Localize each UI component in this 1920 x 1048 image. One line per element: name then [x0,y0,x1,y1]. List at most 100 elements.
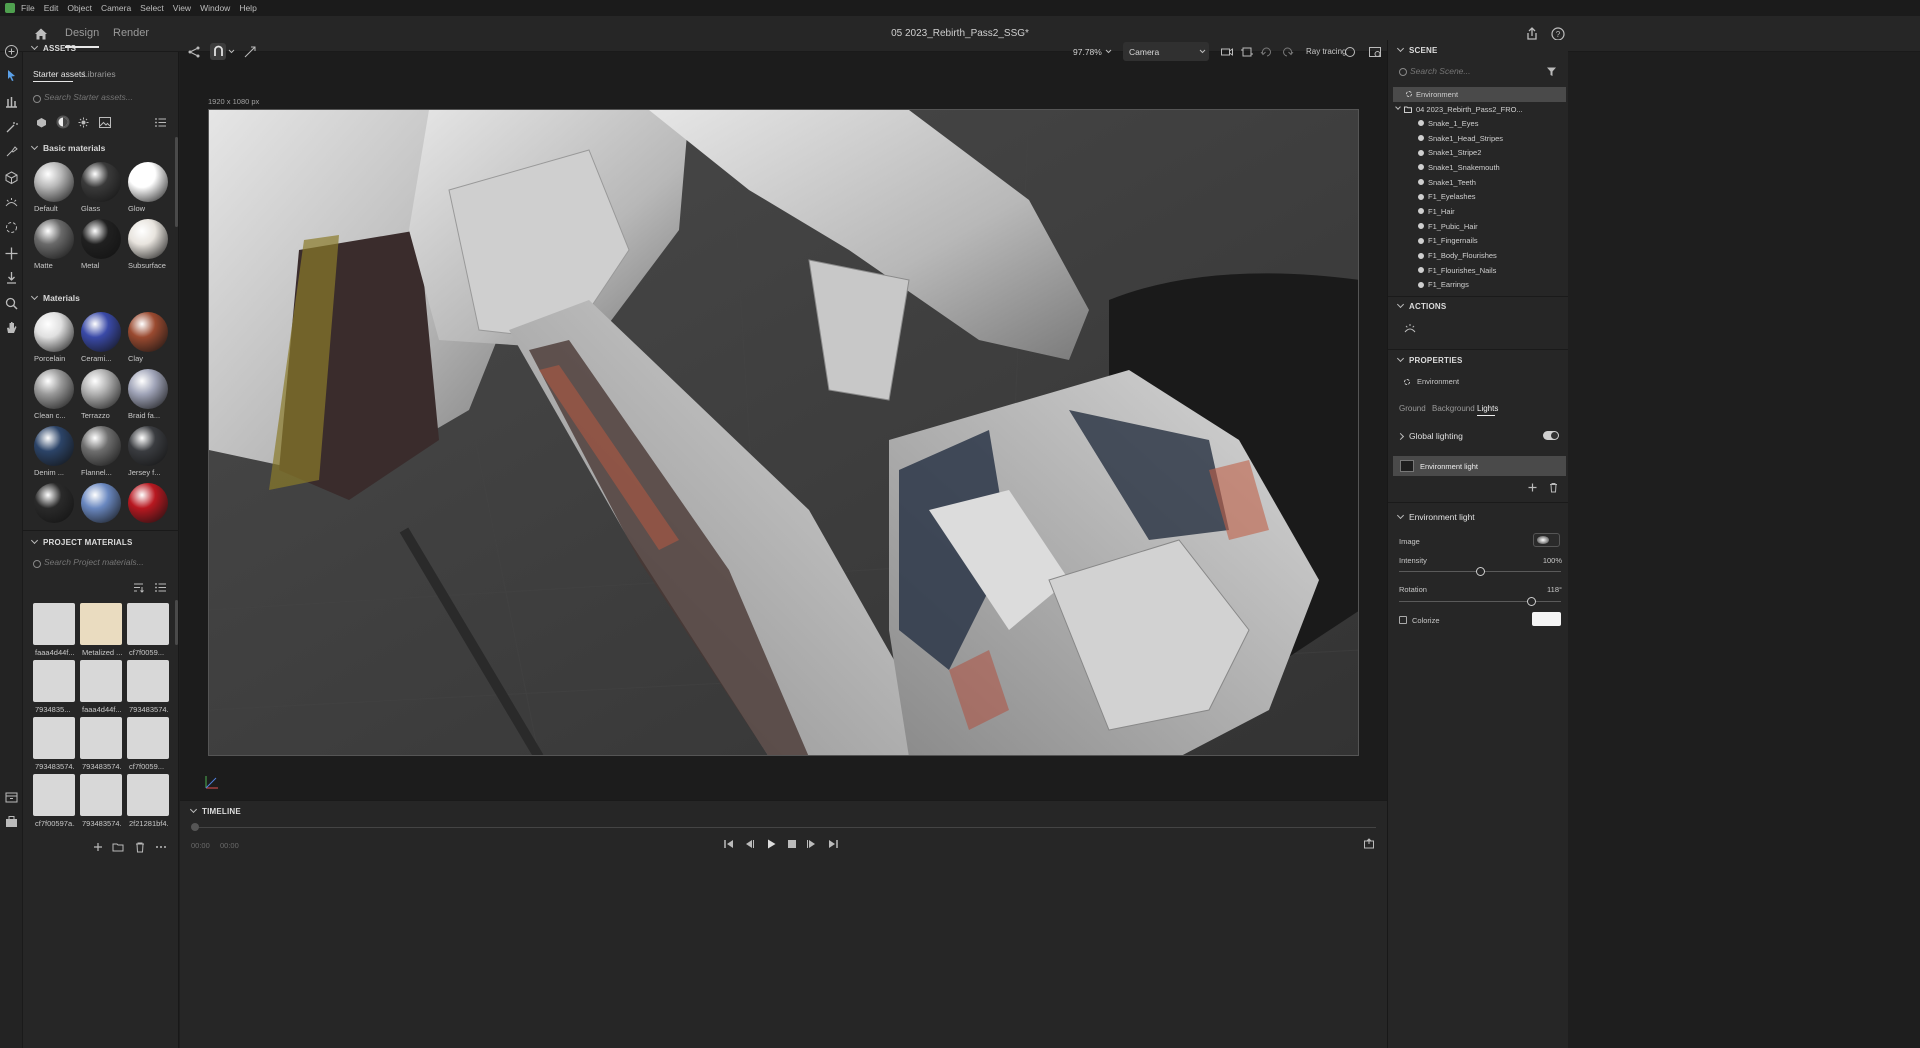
frame-icon[interactable] [1240,45,1254,59]
scene-item[interactable]: Snake1_Head_Stripes [1418,131,1566,146]
skip-end-icon[interactable] [827,838,839,850]
menu-edit[interactable]: Edit [44,3,59,13]
rotation-slider[interactable] [1399,601,1561,602]
ray-tracing-toggle[interactable] [1345,47,1355,57]
material-tile[interactable]: Terrazzo [79,367,123,424]
material-tile[interactable]: 793483574... [33,717,77,774]
archive-icon[interactable] [4,790,19,805]
delete-material-icon[interactable] [133,840,147,854]
scene-item[interactable]: F1_Body_Flourishes [1418,248,1566,263]
scene-item[interactable]: F1_Pubic_Hair [1418,219,1566,234]
material-tile[interactable]: faaa4d44f... [33,603,77,660]
home-icon[interactable] [33,26,49,42]
drop-tool-icon[interactable] [4,270,19,285]
transform-icon[interactable] [243,45,257,59]
orbit-tool-icon[interactable] [4,220,19,235]
sort-icon[interactable] [133,582,144,593]
scene-item[interactable]: Snake1_Stripe2 [1418,145,1566,160]
object-tool-icon[interactable] [4,170,19,185]
magic-wand-icon[interactable] [4,120,19,135]
redo-camera-icon[interactable] [1280,45,1294,59]
menu-window[interactable]: Window [200,3,230,13]
material-tile[interactable]: Flannel... [79,424,123,481]
snap-dropdown-icon[interactable] [228,49,235,54]
lighting-action-icon[interactable] [1403,321,1417,335]
environment-light-header[interactable]: Environment light [1396,511,1475,522]
material-tile[interactable]: Porcelain [32,310,76,367]
menu-object[interactable]: Object [67,3,92,13]
material-tile[interactable]: Matte [32,217,76,274]
material-tile[interactable]: 793483574... [127,660,171,717]
material-tile[interactable]: Glass [79,160,123,217]
material-tile[interactable]: Subsurface [126,217,170,274]
step-forward-icon[interactable] [806,838,818,850]
assets-scrollbar[interactable] [175,137,178,227]
skip-start-icon[interactable] [723,838,735,850]
properties-header[interactable]: PROPERTIES [1396,354,1463,365]
scene-item[interactable]: F1_Flourishes_Nails [1418,263,1566,278]
menu-camera[interactable]: Camera [101,3,131,13]
step-back-icon[interactable] [743,838,755,850]
render-canvas[interactable] [208,109,1359,756]
global-lighting-toggle[interactable] [1543,431,1559,440]
timeline-playhead[interactable] [191,823,199,831]
scene-group[interactable]: 04 2023_Rebirth_Pass2_FRO... [1395,102,1566,117]
snap-magnet-icon[interactable] [212,45,225,58]
tab-starter-assets[interactable]: Starter assets [33,69,85,79]
tab-libraries[interactable]: Libraries [83,69,116,79]
environment-image-thumbnail[interactable] [1533,533,1560,547]
material-tile[interactable]: cf7f0059... [127,717,171,774]
scene-item[interactable]: F1_Earrings [1418,278,1566,293]
rotation-slider-handle[interactable] [1527,597,1537,606]
material-tile[interactable]: 793483574... [80,774,124,831]
timeline-header[interactable]: TIMELINE [189,805,241,816]
scene-item[interactable]: F1_Fingernails [1418,234,1566,249]
scene-item[interactable]: Snake1_Snakemouth [1418,160,1566,175]
zoom-tool-icon[interactable] [4,296,19,311]
material-tile[interactable]: Jersey f... [126,424,170,481]
colorize-swatch[interactable] [1532,612,1561,626]
material-tile[interactable]: Denim ... [32,424,76,481]
global-lighting-row[interactable]: Global lighting [1396,431,1463,441]
light-tool-icon[interactable] [4,195,19,210]
materials-header[interactable]: Materials [30,292,80,303]
menu-view[interactable]: View [173,3,191,13]
menu-help[interactable]: Help [239,3,256,13]
project-list-view-icon[interactable] [155,582,166,593]
intensity-slider-handle[interactable] [1475,567,1485,576]
folder-icon[interactable] [111,840,125,854]
lights-filter-icon[interactable] [78,117,89,128]
material-tile[interactable]: Metalized ... [80,603,124,660]
material-tile[interactable]: cf7f0059... [127,603,171,660]
add-material-icon[interactable] [91,840,105,854]
play-icon[interactable] [765,838,777,850]
tab-design[interactable]: Design [65,27,100,48]
project-materials-header[interactable]: PROJECT MATERIALS [30,536,132,547]
camera-icon[interactable] [1220,45,1234,59]
stop-icon[interactable] [786,838,798,850]
tab-ground[interactable]: Ground [1399,404,1426,413]
timeline-track[interactable] [193,827,1376,828]
basic-materials-header[interactable]: Basic materials [30,142,105,153]
zoom-dropdown-icon[interactable] [1105,49,1112,54]
material-tile[interactable]: Metal [79,217,123,274]
menu-file[interactable]: File [21,3,35,13]
hand-tool-icon[interactable] [4,320,19,335]
images-filter-icon[interactable] [99,117,111,128]
materials-filter-icon[interactable] [56,115,70,129]
assets-search-input[interactable] [44,92,174,102]
add-icon[interactable] [4,44,19,59]
material-tile[interactable]: 7934835... [33,660,77,717]
project-scrollbar[interactable] [175,600,178,645]
axis-gizmo-icon[interactable] [200,770,224,794]
select-tool-icon[interactable] [4,68,19,83]
list-view-icon[interactable] [155,117,166,128]
chevron-down-icon[interactable] [1395,104,1401,111]
paint-tool-icon[interactable] [4,144,19,159]
scene-header[interactable]: SCENE [1396,44,1438,55]
more-options-icon[interactable] [154,840,168,854]
camera-select[interactable]: Camera [1123,42,1209,61]
tab-background[interactable]: Background [1432,404,1475,413]
scene-item[interactable]: Snake_1_Eyes [1418,116,1566,131]
zoom-level[interactable]: 97.78% [1073,47,1102,57]
